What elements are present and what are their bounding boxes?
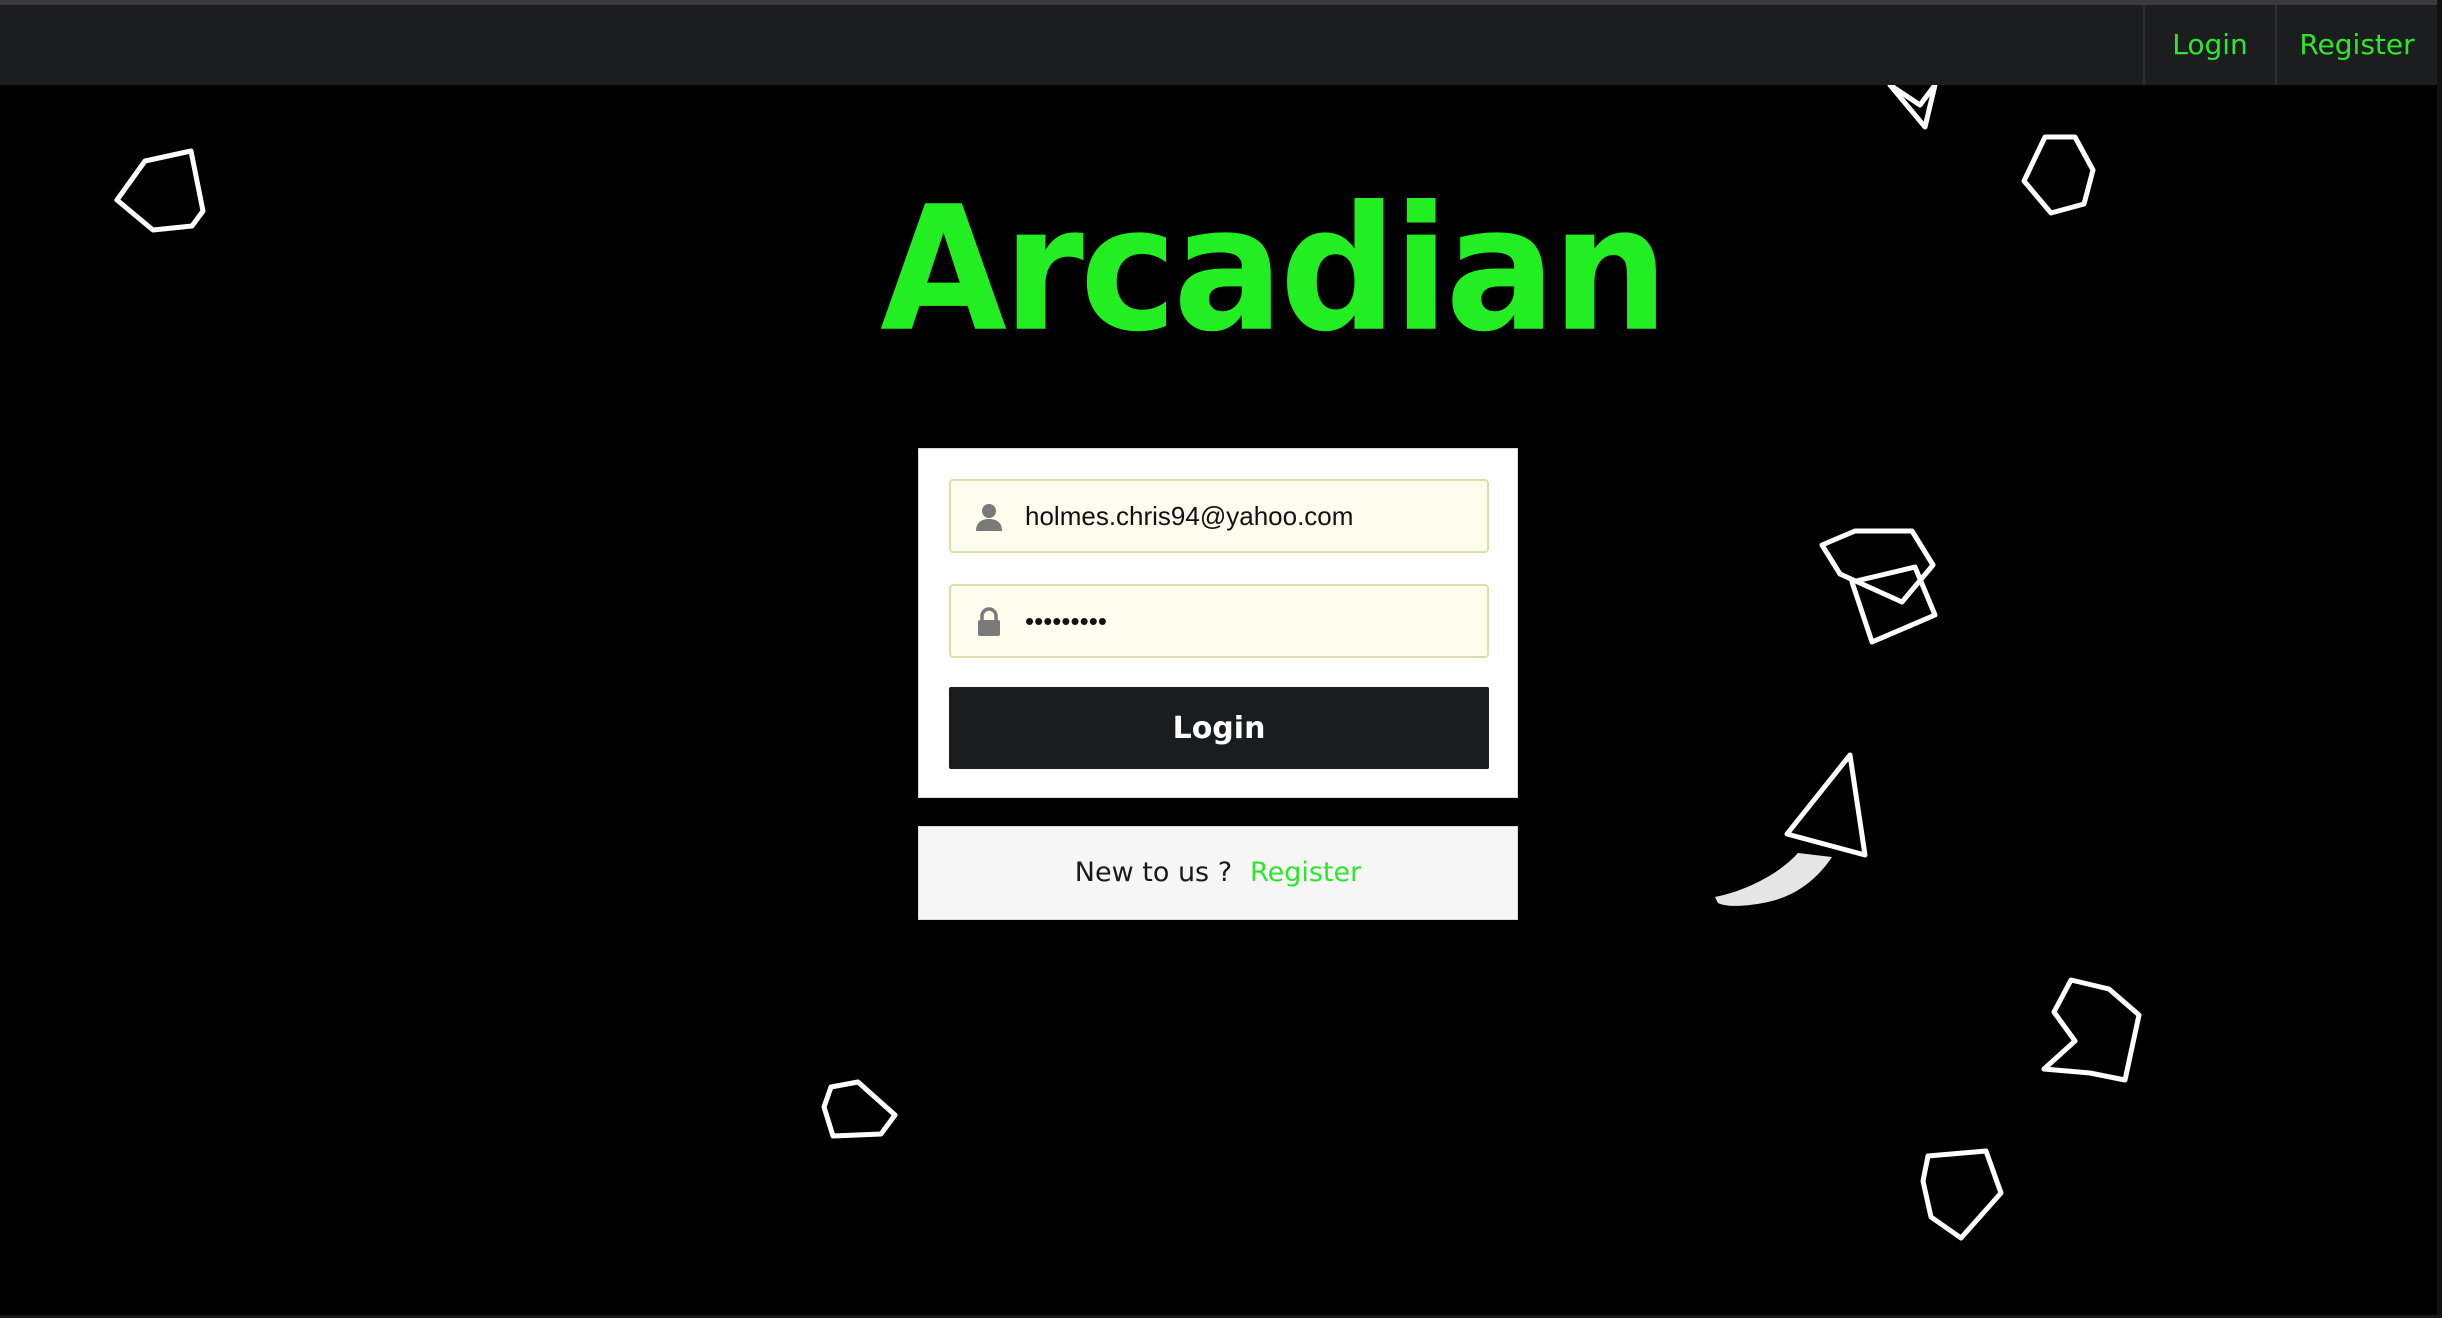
nav-login-link[interactable]: Login [2143,5,2275,85]
password-input[interactable] [1025,586,1465,656]
login-button[interactable]: Login [949,687,1489,769]
ship-thrust-trail [1715,853,1832,906]
register-link[interactable]: Register [1250,857,1361,888]
asteroid [2041,977,2142,1083]
register-prompt-text: New to us ? [1074,857,1233,888]
navbar: Login Register [0,5,2442,85]
player-ship [1715,752,1868,906]
app-title: Arcadian [880,169,1669,370]
asteroid [114,148,206,233]
ship-body [1784,752,1868,858]
nav-register-link[interactable]: Register [2275,5,2437,85]
window-right-edge [2437,0,2442,1318]
register-prompt: New to us ? Register [918,826,1518,920]
login-card: Login [918,448,1518,798]
asteroid [1887,85,1938,130]
user-icon [976,504,1002,531]
asteroid [2021,134,2096,216]
asteroid [821,1079,898,1139]
asteroid [1920,1148,2004,1241]
email-field[interactable] [949,479,1489,553]
email-input[interactable] [1025,481,1465,551]
app-page: Login Register Arcadian holmes.chris94@y… [0,0,2442,1318]
lock-icon [978,607,1000,636]
password-field[interactable] [949,584,1489,658]
